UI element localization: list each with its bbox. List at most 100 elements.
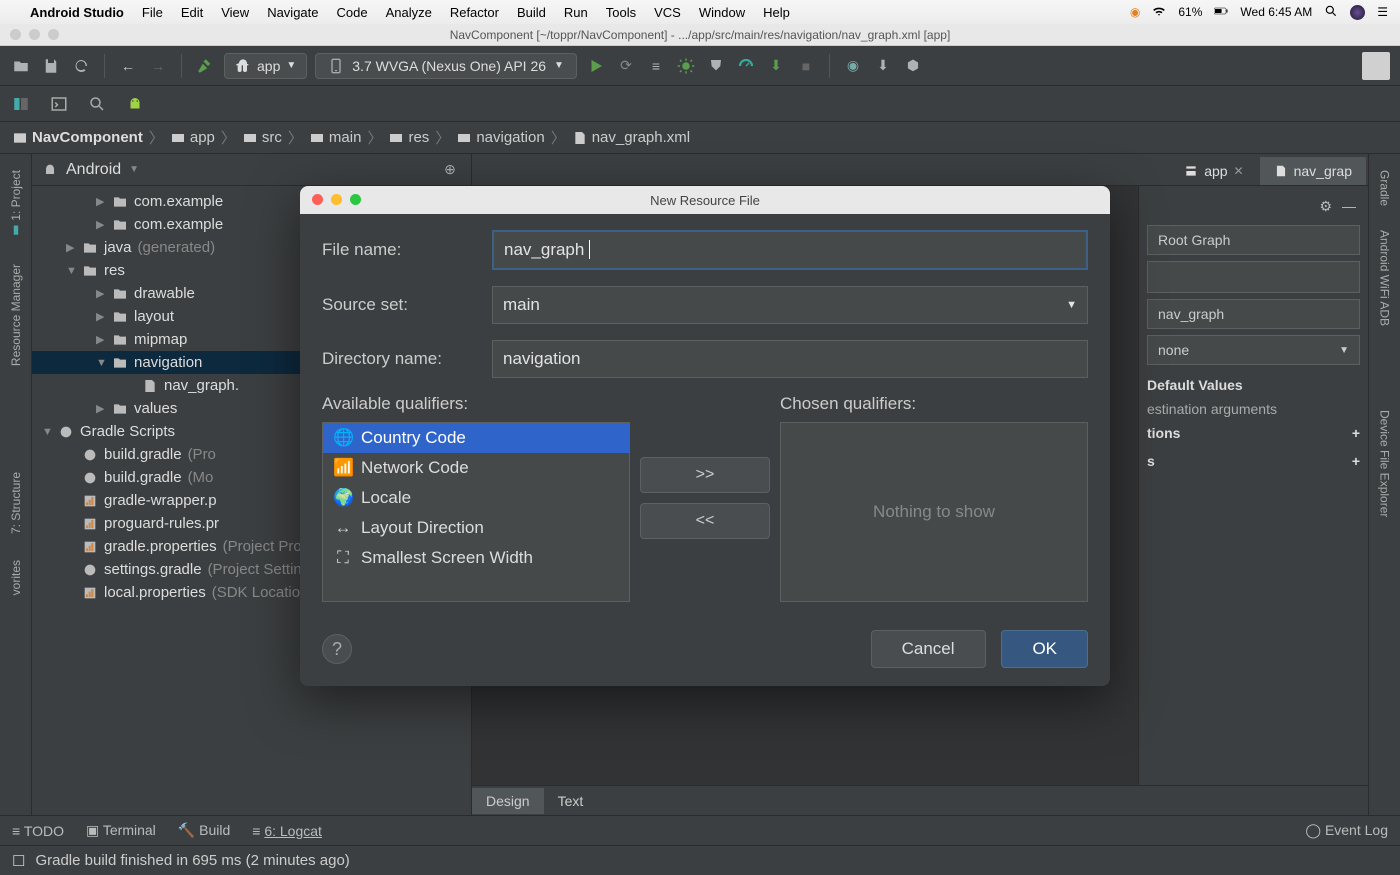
menu-tools[interactable]: Tools: [606, 5, 636, 20]
gutter-wifiadb[interactable]: Android WiFi ADB: [1378, 222, 1392, 334]
ok-button[interactable]: OK: [1001, 630, 1088, 668]
bc-src[interactable]: src: [242, 129, 282, 146]
tab-design[interactable]: Design: [472, 788, 544, 814]
qualifier-item[interactable]: 🌐Country Code: [323, 423, 629, 453]
attach-debugger-icon[interactable]: ⬇: [765, 55, 787, 77]
tab-text[interactable]: Text: [544, 788, 598, 814]
apply-changes-icon[interactable]: ⟳: [615, 55, 637, 77]
available-qualifiers-list[interactable]: 🌐Country Code📶Network Code🌍Locale↔Layout…: [322, 422, 630, 602]
traffic-lights[interactable]: [10, 29, 59, 40]
bot-todo[interactable]: ≡ TODO: [12, 823, 64, 839]
bc-navigation[interactable]: navigation: [456, 129, 544, 146]
source-set-select[interactable]: main▼: [492, 286, 1088, 324]
gutter-structure[interactable]: 7: Structure: [9, 464, 23, 542]
qualifier-item[interactable]: 🌍Locale: [323, 483, 629, 513]
android-icon[interactable]: [124, 93, 146, 115]
stop-icon[interactable]: ■: [795, 55, 817, 77]
wifi-icon[interactable]: [1152, 4, 1166, 21]
attr-id-field[interactable]: nav_graph: [1147, 299, 1360, 329]
cloud-icon[interactable]: ◉: [1130, 5, 1140, 19]
target-icon[interactable]: ⊕: [439, 159, 461, 181]
search-icon[interactable]: [86, 93, 108, 115]
open-icon[interactable]: [10, 55, 32, 77]
save-icon[interactable]: [40, 55, 62, 77]
tab-app[interactable]: app ✕: [1170, 157, 1257, 185]
terminal-tool-icon[interactable]: [48, 93, 70, 115]
dir-name-input[interactable]: navigation: [492, 340, 1088, 378]
event-log[interactable]: ◯ Event Log: [1305, 822, 1388, 839]
menu-window[interactable]: Window: [699, 5, 745, 20]
gutter-project[interactable]: ▮ 1: Project: [9, 162, 23, 246]
bc-project[interactable]: NavComponent: [12, 129, 143, 146]
layout-inspector-icon[interactable]: ⬢: [902, 55, 924, 77]
profiler-icon[interactable]: [735, 55, 757, 77]
cancel-button[interactable]: Cancel: [871, 630, 986, 668]
debug-flow-icon[interactable]: ≡: [645, 55, 667, 77]
gutter-gradle[interactable]: Gradle: [1378, 162, 1392, 214]
run-icon[interactable]: [585, 55, 607, 77]
menu-help[interactable]: Help: [763, 5, 790, 20]
menu-analyze[interactable]: Analyze: [386, 5, 432, 20]
bot-terminal[interactable]: ▣ Terminal: [86, 822, 156, 839]
default-values-section[interactable]: Default Values: [1147, 371, 1360, 399]
bc-file[interactable]: nav_graph.xml: [572, 129, 690, 146]
gutter-devicefile[interactable]: Device File Explorer: [1378, 402, 1392, 525]
menu-run[interactable]: Run: [564, 5, 588, 20]
app-name[interactable]: Android Studio: [30, 5, 124, 20]
gutter-favorites[interactable]: vorites: [9, 552, 23, 603]
coverage-icon[interactable]: ⛊: [705, 55, 727, 77]
design-text-tabs: Design Text: [472, 785, 1368, 815]
bc-app[interactable]: app: [170, 129, 215, 146]
close-icon[interactable]: ✕: [1234, 164, 1244, 178]
add-qualifier-button[interactable]: >>: [640, 457, 770, 493]
gutter-resmgr[interactable]: Resource Manager: [9, 256, 23, 374]
minimize-icon[interactable]: —: [1342, 198, 1356, 215]
help-button[interactable]: ?: [322, 634, 352, 664]
sdk-icon[interactable]: ⬇: [872, 55, 894, 77]
qualifier-item[interactable]: 📶Network Code: [323, 453, 629, 483]
menu-file[interactable]: File: [142, 5, 163, 20]
bc-res[interactable]: res: [388, 129, 429, 146]
menu-navigate[interactable]: Navigate: [267, 5, 318, 20]
file-name-input[interactable]: nav_graph: [492, 230, 1088, 270]
hammer-icon[interactable]: [194, 55, 216, 77]
menu-icon[interactable]: ☰: [1377, 5, 1388, 19]
qualifier-item[interactable]: ↔Layout Direction: [323, 513, 629, 543]
attr-field-1[interactable]: [1147, 261, 1360, 293]
gear-icon[interactable]: ⚙: [1319, 198, 1332, 215]
bot-build[interactable]: 🔨 Build: [178, 822, 230, 839]
tab-navgraph[interactable]: nav_grap: [1260, 157, 1366, 185]
back-icon[interactable]: ←: [117, 55, 139, 77]
device-dropdown[interactable]: 3.7 WVGA (Nexus One) API 26 ▼: [315, 53, 577, 79]
siri-icon[interactable]: [1350, 5, 1365, 20]
clock[interactable]: Wed 6:45 AM: [1240, 5, 1312, 19]
avd-icon[interactable]: ◉: [842, 55, 864, 77]
debug-icon[interactable]: [675, 55, 697, 77]
start-dest-field[interactable]: none▼: [1147, 335, 1360, 365]
mac-menubar: Android Studio File Edit View Navigate C…: [0, 0, 1400, 24]
menu-edit[interactable]: Edit: [181, 5, 203, 20]
actions-section[interactable]: tions+: [1147, 419, 1360, 447]
menu-build[interactable]: Build: [517, 5, 546, 20]
battery-text: 61%: [1178, 5, 1202, 19]
chosen-qualifiers-list[interactable]: Nothing to show: [780, 422, 1088, 602]
avatar[interactable]: [1362, 52, 1390, 80]
bot-logcat[interactable]: ≡ 6: Logcat: [252, 823, 322, 839]
menu-refactor[interactable]: Refactor: [450, 5, 499, 20]
menu-code[interactable]: Code: [337, 5, 368, 20]
menu-vcs[interactable]: VCS: [654, 5, 681, 20]
forward-icon[interactable]: →: [147, 55, 169, 77]
project-view-selector[interactable]: Android ▼ ⊕: [32, 154, 471, 186]
project-tool-icon[interactable]: [10, 93, 32, 115]
bc-main[interactable]: main: [309, 129, 362, 146]
run-config-dropdown[interactable]: app ▼: [224, 53, 307, 79]
qualifier-item[interactable]: ⛶Smallest Screen Width: [323, 543, 629, 573]
args-section[interactable]: s+: [1147, 447, 1360, 475]
remove-qualifier-button[interactable]: <<: [640, 503, 770, 539]
sync-icon[interactable]: [70, 55, 92, 77]
menu-view[interactable]: View: [221, 5, 249, 20]
spotlight-icon[interactable]: [1324, 4, 1338, 21]
dialog-traffic-lights[interactable]: [312, 194, 361, 205]
dir-name-label: Directory name:: [322, 349, 492, 369]
root-graph-field[interactable]: Root Graph: [1147, 225, 1360, 255]
